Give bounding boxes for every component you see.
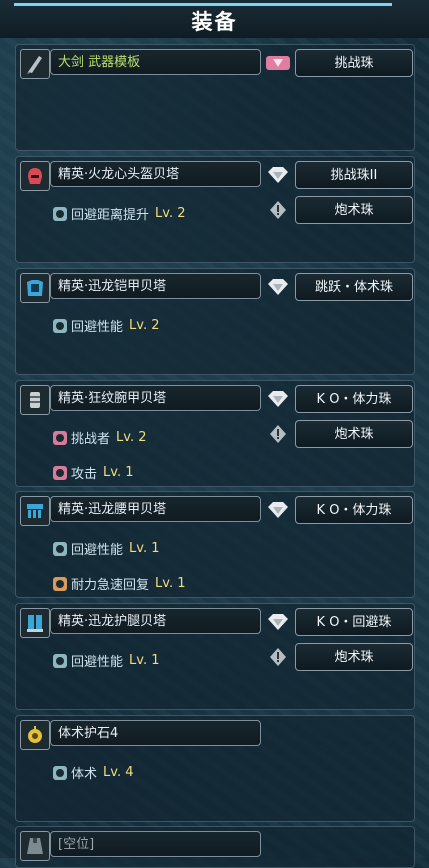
skill-name: 体术 [71, 767, 98, 782]
equipment-name[interactable]: 精英·迅龙护腿贝塔 [50, 608, 261, 634]
decoration-button[interactable]: 挑战珠II [295, 161, 413, 189]
page-title: 装备 [191, 10, 238, 34]
equipment-slot-chest[interactable]: 精英·迅龙铠甲贝塔 跳跃・体术珠 回避性能 Lv. 2 [15, 268, 415, 375]
skill-level: Lv. 1 [129, 541, 160, 556]
mantle-icon [20, 831, 50, 861]
equipment-slot-mantle[interactable]: [空位] [15, 826, 415, 868]
white-gem-slot-icon [264, 162, 292, 188]
decoration-button[interactable]: K O・体力珠 [295, 496, 413, 524]
equipment-name[interactable]: [空位] [50, 831, 261, 857]
header-bar: 装备 [0, 0, 429, 38]
skill-icon [53, 765, 67, 780]
equipment-name[interactable]: 精英·迅龙腰甲贝塔 [50, 496, 261, 522]
skill-entry: 挑战者 Lv. 2 [53, 428, 146, 447]
skill-name: 挑战者 [71, 432, 111, 447]
chest-armor-icon [20, 273, 50, 303]
equipment-slot-charm[interactable]: 体术护石4 体术 Lv. 4 [15, 715, 415, 822]
equipment-name[interactable]: 大剑 武器模板 [50, 49, 261, 75]
waist-armor-icon [20, 496, 50, 526]
skill-icon [53, 318, 67, 333]
skill-name: 耐力急速回复 [71, 578, 150, 593]
skill-entry: 回避性能 Lv. 1 [53, 539, 159, 558]
skill-name: 回避性能 [71, 543, 124, 558]
equipment-slot-arms[interactable]: 精英·狂纹腕甲贝塔 K O・体力珠 挑战者 Lv. 2 炮术珠 攻击 Lv. 1 [15, 380, 415, 487]
arm-armor-icon [20, 385, 50, 415]
equipment-name[interactable]: 精英·狂纹腕甲贝塔 [50, 385, 261, 411]
skill-icon [53, 653, 67, 668]
decoration-button[interactable]: 炮术珠 [295, 196, 413, 224]
leg-armor-icon [20, 608, 50, 638]
skill-icon [53, 430, 67, 445]
pink-gem-slot-icon [264, 50, 292, 76]
skill-entry: 耐力急速回复 Lv. 1 [53, 574, 185, 593]
skill-entry: 回避性能 Lv. 1 [53, 651, 159, 670]
white-gem-slot-icon [264, 421, 292, 447]
skill-level: Lv. 2 [155, 206, 186, 221]
skill-icon [53, 206, 67, 221]
equipment-name[interactable]: 体术护石4 [50, 720, 261, 746]
skill-level: Lv. 1 [155, 576, 186, 591]
helmet-icon [20, 161, 50, 191]
equipment-slot-weapon[interactable]: 大剑 武器模板 挑战珠 [15, 44, 415, 151]
decoration-button[interactable]: K O・体力珠 [295, 385, 413, 413]
skill-icon [53, 576, 67, 591]
skill-name: 回避距离提升 [71, 208, 150, 223]
great-sword-icon [20, 49, 50, 79]
skill-level: Lv. 2 [129, 318, 160, 333]
white-gem-slot-icon [264, 386, 292, 412]
white-gem-slot-icon [264, 609, 292, 635]
skill-icon [53, 465, 67, 480]
white-gem-slot-icon [264, 497, 292, 523]
white-gem-slot-icon [264, 274, 292, 300]
skill-level: Lv. 4 [103, 765, 134, 780]
skill-entry: 回避性能 Lv. 2 [53, 316, 159, 335]
skill-name: 回避性能 [71, 655, 124, 670]
equipment-name[interactable]: 精英·迅龙铠甲贝塔 [50, 273, 261, 299]
skill-name: 攻击 [71, 467, 98, 482]
equipment-slot-waist[interactable]: 精英·迅龙腰甲贝塔 K O・体力珠 回避性能 Lv. 1 耐力急速回复 Lv. … [15, 491, 415, 598]
decoration-button[interactable]: 跳跃・体术珠 [295, 273, 413, 301]
white-gem-slot-icon [264, 644, 292, 670]
equipment-slot-head[interactable]: 精英·火龙心头盔贝塔 挑战珠II 回避距离提升 Lv. 2 炮术珠 [15, 156, 415, 263]
white-gem-slot-icon [264, 197, 292, 223]
equipment-name[interactable]: 精英·火龙心头盔贝塔 [50, 161, 261, 187]
skill-name: 回避性能 [71, 320, 124, 335]
decoration-button[interactable]: K O・回避珠 [295, 608, 413, 636]
skill-entry: 回避距离提升 Lv. 2 [53, 204, 185, 223]
skill-level: Lv. 2 [116, 430, 147, 445]
charm-icon [20, 720, 50, 750]
skill-entry: 攻击 Lv. 1 [53, 463, 133, 482]
skill-level: Lv. 1 [103, 465, 134, 480]
skill-level: Lv. 1 [129, 653, 160, 668]
decoration-button[interactable]: 炮术珠 [295, 420, 413, 448]
skill-entry: 体术 Lv. 4 [53, 763, 133, 782]
skill-icon [53, 541, 67, 556]
decoration-button[interactable]: 挑战珠 [295, 49, 413, 77]
decoration-button[interactable]: 炮术珠 [295, 643, 413, 671]
equipment-slot-legs[interactable]: 精英·迅龙护腿贝塔 K O・回避珠 回避性能 Lv. 1 炮术珠 [15, 603, 415, 710]
